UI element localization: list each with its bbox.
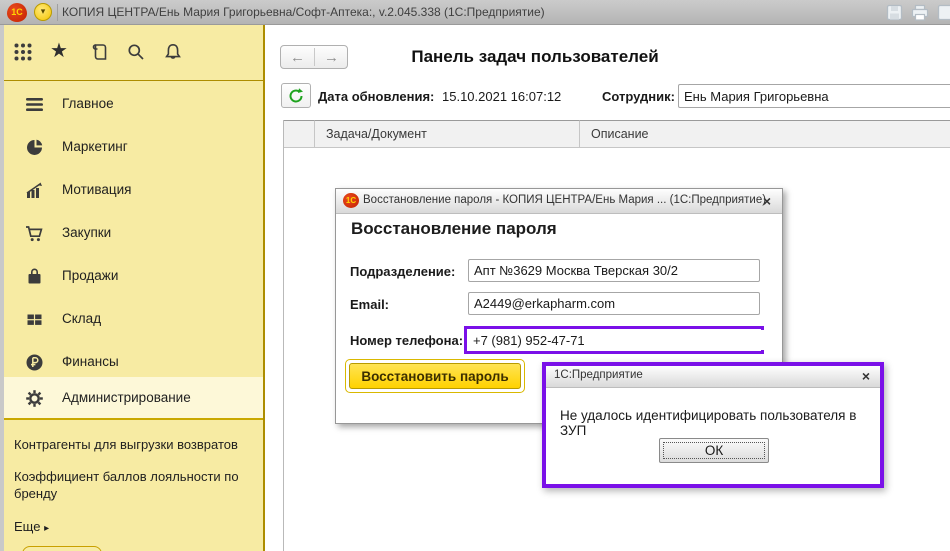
department-input[interactable]	[468, 259, 760, 282]
sidebar-item-sklad[interactable]: Склад	[4, 298, 263, 341]
app-window: 1С ▾ КОПИЯ ЦЕНТРА/Ень Мария Григорьевна/…	[0, 0, 950, 551]
restore-password-button[interactable]: Восстановить пароль	[349, 363, 521, 389]
back-arrow-button[interactable]: ←	[281, 47, 314, 68]
sidebar-toolbar-divider	[4, 80, 263, 81]
table-header-task-document[interactable]: Задача/Документ	[315, 120, 580, 148]
sidebar-item-label: Главное	[62, 96, 114, 111]
ok-focus-outline	[663, 442, 765, 459]
sidebar-item-label: Маркетинг	[62, 139, 128, 154]
sidebar-link-kontragenty[interactable]: Контрагенты для выгрузки возвратов	[14, 436, 254, 453]
preview-icon[interactable]	[937, 4, 950, 21]
dialog-1c-icon: 1С	[343, 193, 359, 208]
pie-chart-icon	[25, 138, 44, 157]
page-title: Панель задач пользователей	[355, 47, 715, 67]
cart-icon	[25, 224, 44, 243]
sidebar-item-label: Администрирование	[62, 390, 191, 405]
sidebar-item-label: Склад	[62, 311, 101, 326]
titlebar-separator	[57, 4, 58, 21]
error-dialog: 1С:Предприятие × Не удалось идентифициро…	[542, 362, 884, 488]
error-dialog-title: 1С:Предприятие	[554, 369, 643, 381]
close-icon[interactable]: ×	[758, 192, 776, 210]
ok-button[interactable]: ОК	[659, 438, 769, 463]
dialog-heading: Восстановление пароля	[351, 219, 557, 239]
history-scroll-icon[interactable]	[89, 42, 109, 62]
sidebar-item-label: Продажи	[62, 268, 118, 283]
table-header-description[interactable]: Описание	[580, 120, 950, 148]
dialog-titlebar[interactable]: 1С Восстановление пароля - КОПИЯ ЦЕНТРА/…	[336, 189, 782, 214]
growth-chart-icon	[25, 181, 44, 200]
email-input[interactable]	[468, 292, 760, 315]
sidebar-link-koefficient[interactable]: Коэффициент баллов лояльности по бренду	[14, 468, 254, 502]
column-label: Задача/Документ	[315, 121, 579, 148]
phone-label: Номер телефона:	[350, 333, 463, 348]
apps-grid-icon[interactable]	[13, 42, 33, 62]
sidebar-more-link[interactable]: Еще ▸	[14, 518, 254, 537]
sidebar-item-zakupki[interactable]: Закупки	[4, 212, 263, 255]
employee-input[interactable]	[678, 84, 950, 108]
save-icon[interactable]	[886, 4, 903, 21]
menu-icon	[25, 95, 44, 114]
sidebar-item-marketing[interactable]: Маркетинг	[4, 126, 263, 169]
search-icon[interactable]	[126, 42, 146, 62]
favorites-star-icon[interactable]: ★	[50, 38, 68, 63]
sidebar-right-accent	[263, 25, 265, 551]
sidebar-item-label: Мотивация	[62, 182, 131, 197]
sidebar-item-label: Закупки	[62, 225, 111, 240]
sidebar-item-prodazhi[interactable]: Продажи	[4, 255, 263, 298]
history-nav-buttons: ← →	[280, 45, 348, 69]
gear-icon	[25, 389, 44, 408]
error-message: Не удалось идентифицировать пользователя…	[560, 408, 872, 438]
ruble-icon	[25, 353, 44, 372]
update-date-label: Дата обновления:	[318, 89, 434, 104]
sidebar-item-label: Финансы	[62, 354, 119, 369]
shopping-bag-icon	[25, 267, 44, 286]
sidebar-item-administrirovanie[interactable]: Администрирование	[4, 377, 263, 420]
warehouse-icon	[25, 310, 44, 329]
phone-highlight-box	[464, 326, 764, 354]
sidebar-item-motivaciya[interactable]: Мотивация	[4, 169, 263, 212]
sidebar-item-glavnoe[interactable]: Главное	[4, 83, 263, 126]
update-date-value: 15.10.2021 16:07:12	[442, 89, 561, 104]
column-label: Описание	[580, 121, 950, 148]
dialog-window-title: Восстановление пароля - КОПИЯ ЦЕНТРА/Ень…	[363, 194, 766, 206]
email-label: Email:	[350, 297, 389, 312]
table-left-border	[283, 120, 284, 551]
refresh-button[interactable]	[281, 83, 311, 108]
print-icon[interactable]	[911, 4, 929, 21]
forward-arrow-button[interactable]: →	[315, 47, 348, 68]
phone-input[interactable]	[468, 330, 770, 350]
app-logo-1c-icon: 1С	[7, 3, 27, 22]
window-title: КОПИЯ ЦЕНТРА/Ень Мария Григорьевна/Софт-…	[62, 5, 545, 19]
department-label: Подразделение:	[350, 264, 455, 279]
chevron-right-icon: ▸	[44, 523, 49, 534]
notifications-bell-icon[interactable]	[163, 42, 183, 62]
more-label: Еще	[14, 519, 40, 534]
close-icon[interactable]: ×	[857, 367, 875, 385]
error-dialog-titlebar[interactable]: 1С:Предприятие ×	[546, 366, 880, 388]
main-menu-dropdown-button[interactable]: ▾	[34, 3, 52, 21]
window-titlebar: 1С ▾ КОПИЯ ЦЕНТРА/Ень Мария Григорьевна/…	[0, 0, 950, 25]
table-header-marker-column[interactable]	[283, 120, 315, 148]
sidebar-partial-button[interactable]	[22, 546, 102, 551]
employee-label: Сотрудник:	[602, 89, 675, 104]
